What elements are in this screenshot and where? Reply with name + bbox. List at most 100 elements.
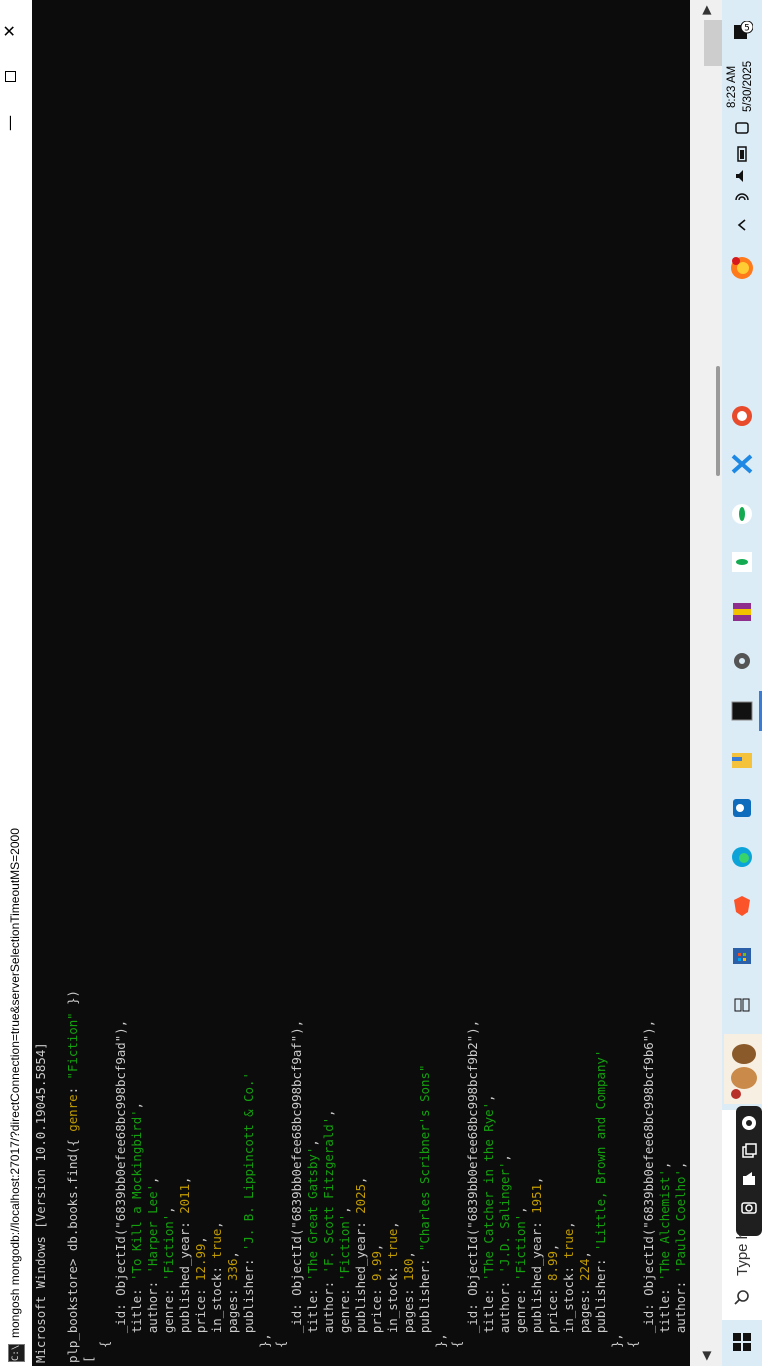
console-text: ,: [545, 1243, 560, 1252]
mongodb-icon[interactable]: [722, 542, 762, 582]
console-text: :: [65, 1079, 80, 1095]
console-text: title:: [481, 1280, 496, 1363]
maximize-icon: [5, 71, 16, 83]
console-output[interactable]: Microsoft Windows [Version 10.0.19045.58…: [32, 0, 722, 1366]
console-line: author: 'J.D. Salinger',: [497, 990, 513, 1363]
close-button[interactable]: ✕: [0, 8, 32, 54]
console-text: genre:: [513, 1280, 528, 1363]
console-text: ,: [369, 1243, 384, 1252]
console-text: ,: [577, 1251, 592, 1259]
console-text: in_stock:: [385, 1258, 400, 1363]
console-text: ,: [321, 1109, 336, 1117]
console-text: ,: [337, 1206, 352, 1214]
horizontal-scrollbar[interactable]: ◀ ▶: [690, 0, 722, 1366]
console-line: published_year: 2025,: [353, 990, 369, 1363]
console-line: author: 'F. Scott Fitzgerald',: [321, 990, 337, 1363]
search-input[interactable]: Type h: [734, 1231, 751, 1276]
console-text: 'To Kill a Mockingbird': [129, 1109, 144, 1281]
console-text: genre:: [161, 1280, 176, 1363]
edge-icon[interactable]: [722, 837, 762, 877]
console-text: ,: [657, 1161, 672, 1170]
console-text: ,: [193, 1236, 208, 1244]
console-line: publisher: 'J. B. Lippincott & Co.': [241, 990, 257, 1363]
console-text: title:: [305, 1280, 320, 1363]
console-line: plp_bookstore> db.books.find({ genre: "F…: [65, 990, 81, 1363]
title-bar[interactable]: C:\ mongosh mongodb://localhost:27017/?d…: [0, 0, 32, 1366]
console-text: },: [257, 1333, 272, 1363]
winrar-icon[interactable]: [722, 592, 762, 632]
console-line: in_stock: true,: [561, 990, 577, 1363]
snipping-toolbar[interactable]: [736, 1106, 762, 1236]
console-line: _id: ObjectId("6839bb0efee68bc998bcf9b6"…: [641, 990, 657, 1363]
console-text: published_year:: [529, 1213, 544, 1363]
console-text: {: [273, 1340, 288, 1363]
console-text: author:: [145, 1273, 160, 1363]
copy-icon[interactable]: [740, 1142, 758, 1164]
settings-icon[interactable]: [722, 641, 762, 681]
console-line: [: [81, 990, 97, 1363]
console-line: _id: ObjectId("6839bb0efee68bc998bcf9af"…: [289, 990, 305, 1363]
video-icon[interactable]: [740, 1170, 758, 1192]
console-text: ,: [497, 1154, 512, 1162]
console-line: published_year: 2011,: [177, 990, 193, 1363]
console-text: pages:: [401, 1280, 416, 1363]
console-text: _id: ObjectId("6839bb0efee68bc998bcf9af"…: [289, 1019, 304, 1363]
console-line: published_year: 1951,: [529, 990, 545, 1363]
console-text: 12.99: [193, 1243, 208, 1281]
console-line: pages: 224,: [577, 990, 593, 1363]
console-text: ,: [561, 1221, 576, 1229]
console-text: 'F. Scott Fitzgerald': [321, 1116, 336, 1274]
console-text: true: [209, 1228, 224, 1259]
mongodb-compass-icon[interactable]: [722, 494, 762, 534]
scroll-right-button[interactable]: ▶: [696, 0, 716, 20]
xampp-icon[interactable]: [722, 444, 762, 484]
console-line: publisher: 'Little, Brown and Company': [593, 990, 609, 1363]
scrollbar-thumb[interactable]: [704, 20, 722, 66]
console-text: ,: [513, 1206, 528, 1214]
console-text: 'Fiction': [513, 1213, 528, 1281]
outlook-icon[interactable]: [722, 788, 762, 828]
console-text: 2025: [353, 1183, 368, 1214]
console-text: ,: [529, 1176, 544, 1184]
gear-icon[interactable]: [740, 1114, 758, 1136]
console-text: in_stock:: [209, 1258, 224, 1363]
console-text: published_year:: [177, 1213, 192, 1363]
store-icon[interactable]: [722, 935, 762, 975]
console-text: _id: ObjectId("6839bb0efee68bc998bcf9ad"…: [113, 1019, 128, 1363]
console-text: publisher:: [241, 1251, 256, 1363]
console-text: ,: [385, 1221, 400, 1229]
task-view-icon[interactable]: [722, 985, 762, 1025]
console-line: },: [433, 990, 449, 1363]
file-explorer-icon[interactable]: [722, 740, 762, 780]
console-line: {: [449, 990, 465, 1363]
brave-icon[interactable]: [722, 886, 762, 926]
minimize-button[interactable]: —: [0, 100, 32, 146]
console-text: },: [433, 1333, 448, 1363]
console-text: 'Little, Brown and Company': [593, 1049, 608, 1252]
firefox-icon[interactable]: [722, 248, 762, 288]
console-text: plp_bookstore> db.books.find({: [65, 1131, 80, 1363]
clock-date: 5/30/2025: [742, 60, 754, 112]
terminal-icon[interactable]: [722, 691, 762, 731]
console-text: 'The Catcher in the Rye': [481, 1101, 496, 1281]
console-text: 336: [225, 1258, 240, 1281]
console-text: 'Harper Lee': [145, 1183, 160, 1274]
show-hidden-icons-icon[interactable]: [722, 205, 762, 245]
console-text: ,: [129, 1101, 144, 1110]
console-text: genre: [65, 1094, 80, 1132]
scroll-left-button[interactable]: ◀: [696, 1346, 716, 1366]
console-text: published_year:: [353, 1213, 368, 1363]
console-line: price: 12.99,: [193, 990, 209, 1363]
console-line: price: 8.99,: [545, 990, 561, 1363]
maximize-button[interactable]: [0, 54, 32, 100]
console-text: ,: [225, 1251, 240, 1259]
camera-icon[interactable]: [740, 1198, 758, 1220]
console-line: {: [625, 990, 641, 1363]
console-line: {: [97, 990, 113, 1363]
console-text: {: [449, 1340, 464, 1363]
start-icon[interactable]: [722, 1322, 762, 1362]
app-icon-red[interactable]: [722, 396, 762, 436]
console-line: genre: 'Fiction',: [337, 990, 353, 1363]
console-line: title: 'To Kill a Mockingbird',: [129, 990, 145, 1363]
console-line: price: 9.99,: [369, 990, 385, 1363]
